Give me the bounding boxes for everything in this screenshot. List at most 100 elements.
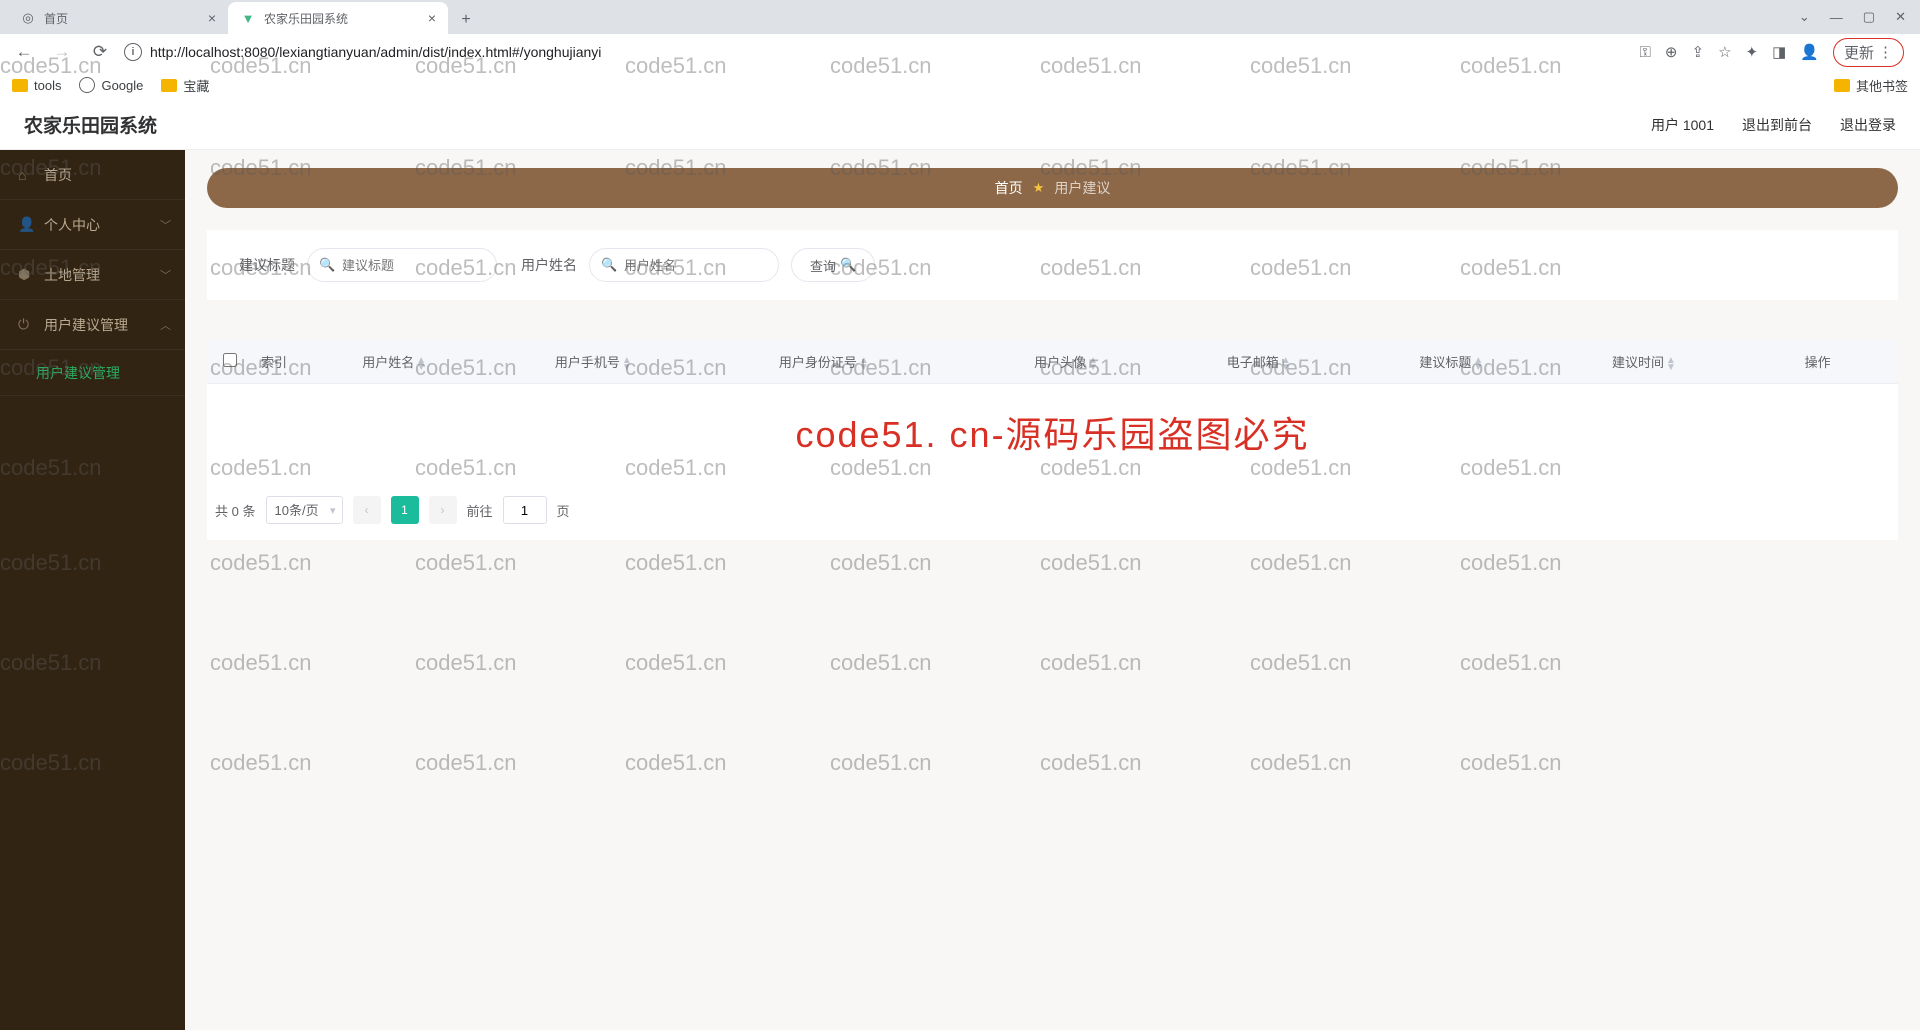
minimize-icon[interactable]: — [1830,10,1843,25]
tab-title: 农家乐田园系统 [264,10,348,27]
sidepanel-icon[interactable]: ◨ [1772,43,1786,61]
search-icon: 🔍 [601,257,617,273]
sidebar-item-suggestion[interactable]: ⏻ 用户建议管理 ︿ [0,300,185,350]
pagination: 共 0 条 10条/页 ‹ 1 › 前往 页 [207,480,1898,540]
power-icon: ⏻ [18,316,34,333]
sidebar-item-land[interactable]: ⬢ 土地管理 ﹀ [0,250,185,300]
bookmark-label: 宝藏 [183,76,209,95]
forward-button[interactable]: → [48,38,76,66]
query-label: 查询 [810,256,836,275]
breadcrumb-home[interactable]: 首页 [995,178,1023,198]
prev-page-button[interactable]: ‹ [353,496,381,524]
zoom-icon[interactable]: ⊕ [1665,43,1678,61]
update-label: 更新 [1844,42,1874,63]
breadcrumb-current: 用户建议 [1054,178,1110,198]
vue-icon: ▼ [240,10,256,26]
folder-icon [12,79,28,92]
more-icon: ⋮ [1878,43,1893,61]
sort-icon: ▲▼ [1088,357,1098,371]
site-info-icon[interactable]: i [124,43,142,61]
filter-name-input[interactable] [589,248,779,282]
sidebar-label: 个人中心 [44,215,100,235]
sidebar-item-home[interactable]: ⌂ 首页 [0,150,185,200]
reload-button[interactable]: ⟳ [86,38,114,66]
star-icon[interactable]: ☆ [1718,43,1731,61]
profile-icon[interactable]: 👤 [1800,43,1819,61]
sort-icon: ▲▼ [416,357,426,371]
sidebar-sub-suggestion[interactable]: 用户建议管理 [0,350,185,396]
bookmark-tools[interactable]: tools [12,78,61,93]
maximize-icon[interactable]: ▢ [1863,9,1875,25]
close-icon[interactable]: × [208,10,216,26]
header-user[interactable]: 用户 1001 [1651,115,1714,135]
extension-icon[interactable]: ✦ [1746,43,1759,61]
bookmark-label: tools [34,78,61,93]
browser-tab-2[interactable]: ▼ 农家乐田园系统 × [228,2,448,34]
table-header-phone[interactable]: 用户手机号▲▼ [547,340,771,384]
query-button[interactable]: 查询 🔍 [791,248,875,282]
tab-title: 首页 [44,10,68,27]
folder-icon [1834,79,1850,92]
search-icon: 🔍 [840,257,856,273]
update-button[interactable]: 更新 ⋮ [1833,38,1904,67]
sidebar-label: 首页 [44,165,72,185]
goto-page-input[interactable] [503,496,547,524]
data-table: 索引 用户姓名▲▼ 用户手机号▲▼ 用户身份证号▲▼ 用户头像▲▼ 电子邮箱▲▼… [207,340,1898,384]
back-button[interactable]: ← [10,38,38,66]
breadcrumb: 首页 ★ 用户建议 [207,168,1898,208]
bookmark-label: Google [101,78,143,93]
globe-icon: ◎ [20,10,36,26]
table-header-index[interactable]: 索引 [253,340,354,384]
bookmark-google[interactable]: Google [79,77,143,93]
new-tab-button[interactable]: + [452,6,480,34]
share-icon[interactable]: ⇪ [1692,43,1705,61]
table-header-email[interactable]: 电子邮箱▲▼ [1219,340,1412,384]
page-number-button[interactable]: 1 [391,496,419,524]
sidebar-item-personal[interactable]: 👤 个人中心 ﹀ [0,200,185,250]
total-text: 共 0 条 [215,501,256,520]
page-size-select[interactable]: 10条/页 [266,496,343,524]
filter-title-input[interactable] [307,248,497,282]
table-header-avatar[interactable]: 用户头像▲▼ [1026,340,1219,384]
star-icon: ★ [1033,180,1045,196]
header-logout[interactable]: 退出登录 [1840,115,1896,135]
next-page-button[interactable]: › [429,496,457,524]
browser-tab-1[interactable]: ◎ 首页 × [8,2,228,34]
header-to-front[interactable]: 退出到前台 [1742,115,1812,135]
filter-bar: 建议标题 🔍 用户姓名 🔍 查询 🔍 [207,230,1898,300]
sort-icon: ▲▼ [1473,357,1483,371]
sidebar-label: 土地管理 [44,265,100,285]
app-title: 农家乐田园系统 [24,111,157,138]
location-icon: ⬢ [18,266,34,283]
close-window-icon[interactable]: ✕ [1895,9,1906,25]
table-header-idcard[interactable]: 用户身份证号▲▼ [771,340,1026,384]
goto-prefix: 前往 [467,501,493,520]
user-icon: 👤 [18,216,34,233]
globe-icon [79,77,95,93]
sort-icon: ▲▼ [1666,357,1676,371]
chevron-down-icon[interactable]: ⌄ [1799,9,1810,25]
sidebar: ⌂ 首页 👤 个人中心 ﹀ ⬢ 土地管理 ﹀ ⏻ 用户建议管理 ︿ 用户建议管理 [0,150,185,1030]
url-text[interactable]: http://localhost:8080/lexiangtianyuan/ad… [150,44,601,60]
table-header-checkbox[interactable] [207,340,253,384]
select-all-checkbox[interactable] [223,353,237,367]
sidebar-sub-label: 用户建议管理 [36,363,120,383]
table-header-time[interactable]: 建议时间▲▼ [1604,340,1797,384]
sort-icon: ▲▼ [859,357,869,371]
table-header-title[interactable]: 建议标题▲▼ [1411,340,1604,384]
filter-name-label: 用户姓名 [521,255,577,275]
chevron-down-icon: ﹀ [160,267,171,283]
search-icon: 🔍 [319,257,335,273]
sidebar-label: 用户建议管理 [44,315,128,335]
folder-icon [161,79,177,92]
home-icon: ⌂ [18,167,34,183]
chevron-up-icon: ︿ [160,317,171,333]
bookmark-other[interactable]: 其他书签 [1834,76,1908,95]
goto-suffix: 页 [557,501,570,520]
chevron-down-icon: ﹀ [160,217,171,233]
sort-icon: ▲▼ [622,357,632,371]
close-icon[interactable]: × [428,10,436,26]
bookmark-baozang[interactable]: 宝藏 [161,76,209,95]
table-header-name[interactable]: 用户姓名▲▼ [354,340,547,384]
key-icon[interactable]: ⚿ [1640,44,1651,61]
